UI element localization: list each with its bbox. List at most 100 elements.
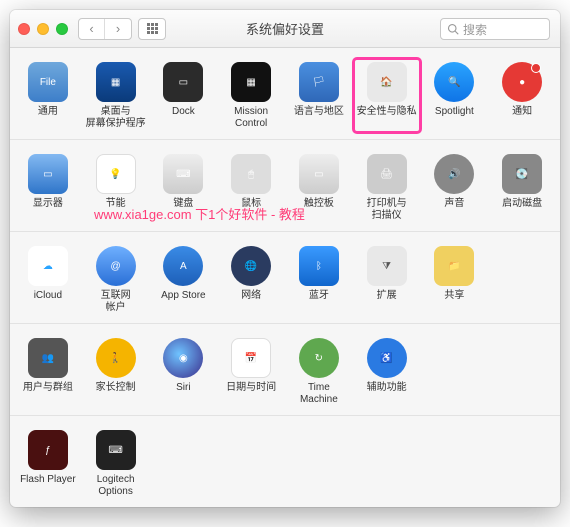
- back-button[interactable]: ‹: [79, 19, 105, 39]
- pref-row: File通用▦桌面与屏幕保护程序 ▭ Dock ▦ MissionControl 🏳 语言与…: [10, 48, 560, 140]
- pref-item-bt[interactable]: ᛒ 蓝牙: [285, 242, 353, 317]
- pref-item-ext[interactable]: ⧩ 扩展: [353, 242, 421, 317]
- window-controls: [18, 23, 68, 35]
- pref-item-label: MissionControl: [234, 106, 268, 129]
- pref-item-notif[interactable]: ●通知: [488, 58, 556, 133]
- mouse-icon: 🖱: [231, 154, 271, 194]
- pref-item-flash[interactable]: ƒ Flash Player: [14, 426, 82, 501]
- pref-item-siri[interactable]: ◉ Siri: [150, 334, 218, 409]
- trackpad-icon: ▭: [299, 154, 339, 194]
- pref-item-label: 打印机与扫描仪: [367, 198, 407, 221]
- spotlight-icon: 🔍: [434, 62, 474, 102]
- pref-item-trackpad[interactable]: ▭ 触控板: [285, 150, 353, 225]
- forward-button[interactable]: ›: [105, 19, 131, 39]
- pref-item-users[interactable]: 👥 用户与群组: [14, 334, 82, 409]
- show-all-button[interactable]: [138, 18, 166, 40]
- pref-item-printer[interactable]: 🖨 打印机与扫描仪: [353, 150, 421, 225]
- pref-item-access[interactable]: ♿ 辅助功能: [353, 334, 421, 409]
- sound-icon: 🔊: [434, 154, 474, 194]
- users-icon: 👥: [28, 338, 68, 378]
- printer-icon: 🖨: [367, 154, 407, 194]
- pref-grid: File通用▦桌面与屏幕保护程序 ▭ Dock ▦ MissionControl 🏳 语言与…: [10, 48, 560, 507]
- access-icon: ♿: [367, 338, 407, 378]
- pref-item-desktop[interactable]: ▦桌面与屏幕保护程序: [82, 58, 150, 133]
- pref-row: 👥 用户与群组 🚶 家长控制 ◉ Siri 📅 日期与时间 ↻ Time Machine ♿ 辅助功能: [10, 324, 560, 416]
- pref-item-energy[interactable]: 💡 节能: [82, 150, 150, 225]
- share-icon: 📁: [434, 246, 474, 286]
- pref-item-network[interactable]: 🌐网络: [217, 242, 285, 317]
- pref-item-label: Dock: [172, 106, 195, 118]
- pref-item-label: 日期与时间: [226, 382, 276, 394]
- nav-back-forward: ‹ ›: [78, 18, 132, 40]
- pref-item-label: 键盘: [173, 198, 193, 210]
- pref-item-general[interactable]: File通用: [14, 58, 82, 133]
- minimize-button[interactable]: [37, 23, 49, 35]
- lang-icon: 🏳: [299, 62, 339, 102]
- pref-item-label: Time Machine: [288, 382, 350, 405]
- pref-item-label: 共享: [444, 290, 464, 302]
- pref-item-tm[interactable]: ↻ Time Machine: [285, 334, 353, 409]
- zoom-button[interactable]: [56, 23, 68, 35]
- pref-item-label: 鼠标: [241, 198, 261, 210]
- appstore-icon: A: [163, 246, 203, 286]
- pref-item-icloud[interactable]: ☁ iCloud: [14, 242, 82, 317]
- date-icon: 📅: [231, 338, 271, 378]
- pref-item-label: 互联网帐户: [101, 290, 131, 313]
- pref-item-internet[interactable]: @ 互联网帐户: [82, 242, 150, 317]
- pref-item-share[interactable]: 📁 共享: [421, 242, 489, 317]
- siri-icon: ◉: [163, 338, 203, 378]
- mission-icon: ▦: [231, 62, 271, 102]
- pref-item-parental[interactable]: 🚶 家长控制: [82, 334, 150, 409]
- pref-item-label: 家长控制: [96, 382, 136, 394]
- pref-row: ƒ Flash Player ⌨Logitech Options: [10, 416, 560, 507]
- pref-item-label: Flash Player: [20, 474, 76, 486]
- bt-icon: ᛒ: [299, 246, 339, 286]
- close-button[interactable]: [18, 23, 30, 35]
- pref-item-label: 扩展: [377, 290, 397, 302]
- pref-item-label: 桌面与屏幕保护程序: [86, 106, 146, 129]
- pref-item-appstore[interactable]: AApp Store: [150, 242, 218, 317]
- pref-item-label: Siri: [176, 382, 190, 394]
- pref-item-label: 语言与地区: [294, 106, 344, 118]
- display-icon: ▭: [28, 154, 68, 194]
- titlebar: ‹ › 系统偏好设置 搜索: [10, 10, 560, 48]
- energy-icon: 💡: [96, 154, 136, 194]
- pref-item-display[interactable]: ▭ 显示器: [14, 150, 82, 225]
- pref-item-logi[interactable]: ⌨Logitech Options: [82, 426, 150, 501]
- ext-icon: ⧩: [367, 246, 407, 286]
- pref-item-mission[interactable]: ▦ MissionControl: [217, 58, 285, 133]
- pref-item-keyboard[interactable]: ⌨ 键盘: [150, 150, 218, 225]
- pref-item-lang[interactable]: 🏳 语言与地区: [285, 58, 353, 133]
- notif-icon: ●: [502, 62, 542, 102]
- icloud-icon: ☁: [28, 246, 68, 286]
- pref-item-label: iCloud: [34, 290, 62, 302]
- pref-item-spotlight[interactable]: 🔍Spotlight: [421, 58, 489, 133]
- security-icon: 🏠: [367, 62, 407, 102]
- pref-item-label: 蓝牙: [309, 290, 329, 302]
- pref-item-label: 显示器: [33, 198, 63, 210]
- parental-icon: 🚶: [96, 338, 136, 378]
- grid-icon: [147, 23, 158, 34]
- pref-item-dock[interactable]: ▭ Dock: [150, 58, 218, 133]
- pref-item-label: 通用: [38, 106, 58, 118]
- search-field[interactable]: 搜索: [440, 18, 550, 40]
- pref-item-label: 声音: [444, 198, 464, 210]
- internet-icon: @: [96, 246, 136, 286]
- keyboard-icon: ⌨: [163, 154, 203, 194]
- pref-item-date[interactable]: 📅 日期与时间: [217, 334, 285, 409]
- pref-item-label: 辅助功能: [367, 382, 407, 394]
- pref-row: ▭ 显示器 💡 节能 ⌨ 键盘 🖱 鼠标 ▭ 触控板 🖨 打印机与扫描仪 🔊 声音 💽启动磁盘: [10, 140, 560, 232]
- pref-item-label: 节能: [106, 198, 126, 210]
- pref-item-mouse[interactable]: 🖱 鼠标: [217, 150, 285, 225]
- flash-icon: ƒ: [28, 430, 68, 470]
- dock-icon: ▭: [163, 62, 203, 102]
- logi-icon: ⌨: [96, 430, 136, 470]
- pref-item-label: 触控板: [304, 198, 334, 210]
- tm-icon: ↻: [299, 338, 339, 378]
- pref-item-startup[interactable]: 💽启动磁盘: [488, 150, 556, 225]
- pref-item-sound[interactable]: 🔊 声音: [421, 150, 489, 225]
- pref-item-security[interactable]: 🏠安全性与隐私: [353, 58, 421, 133]
- search-icon: [447, 23, 459, 35]
- pref-item-label: 用户与群组: [23, 382, 73, 394]
- pref-item-label: 网络: [241, 290, 261, 302]
